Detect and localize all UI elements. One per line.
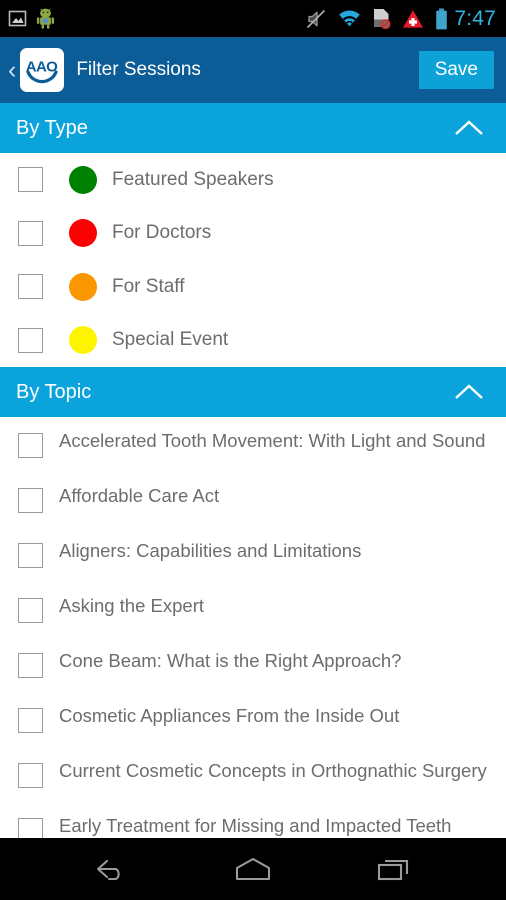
status-bar-left-icons: [8, 8, 55, 29]
status-bar-clock: 7:47: [454, 6, 496, 30]
topic-label: Aligners: Capabilities and Limitations: [59, 540, 362, 561]
wifi-icon: [338, 10, 361, 28]
topic-checkbox[interactable]: [18, 433, 43, 458]
topic-label: Current Cosmetic Concepts in Orthognathi…: [59, 760, 487, 781]
type-color-dot: [69, 272, 97, 301]
topic-label: Early Treatment for Missing and Impacted…: [59, 815, 452, 836]
filter-list[interactable]: By Type Featured Speakers For Doctors Fo…: [0, 103, 506, 838]
type-label: For Doctors: [112, 222, 212, 244]
topic-row[interactable]: Asking the Expert: [0, 582, 506, 637]
topic-label: Cosmetic Appliances From the Inside Out: [59, 705, 400, 726]
status-bar: 7:47: [0, 0, 506, 37]
topic-row[interactable]: Affordable Care Act: [0, 472, 506, 527]
recents-nav-button[interactable]: [359, 846, 429, 892]
type-color-dot: [69, 165, 97, 194]
topic-row[interactable]: Aligners: Capabilities and Limitations: [0, 527, 506, 582]
type-row[interactable]: For Doctors: [0, 207, 506, 261]
app-screen: 7:47 ‹ AAO Filter Sessions Save By Type: [0, 0, 506, 900]
type-item-list: Featured Speakers For Doctors For Staff …: [0, 153, 506, 367]
type-row[interactable]: Featured Speakers: [0, 153, 506, 207]
home-icon: [235, 857, 271, 881]
action-bar: ‹ AAO Filter Sessions Save: [0, 37, 506, 103]
mute-icon: [306, 9, 327, 29]
topic-label: Affordable Care Act: [59, 485, 220, 506]
android-mascot-icon: [36, 8, 55, 29]
chevron-up-icon[interactable]: [454, 383, 484, 401]
type-label: For Staff: [112, 275, 185, 297]
topic-row[interactable]: Cosmetic Appliances From the Inside Out: [0, 692, 506, 747]
type-row[interactable]: Special Event: [0, 314, 506, 368]
image-icon: [8, 9, 27, 28]
section-header-by-topic[interactable]: By Topic: [0, 367, 506, 417]
back-nav-button[interactable]: [77, 846, 147, 892]
type-label: Special Event: [112, 329, 229, 351]
save-button[interactable]: Save: [418, 51, 494, 89]
svg-text:AAO: AAO: [26, 59, 58, 76]
alert-triangle-icon: [402, 9, 424, 29]
topic-row[interactable]: Early Treatment for Missing and Impacted…: [0, 802, 506, 838]
back-chevron-icon[interactable]: ‹: [6, 57, 20, 83]
sd-card-disabled-icon: [372, 8, 391, 29]
app-logo[interactable]: AAO: [20, 48, 65, 92]
topic-label: Accelerated Tooth Movement: With Light a…: [59, 430, 486, 451]
topic-row[interactable]: Accelerated Tooth Movement: With Light a…: [0, 417, 506, 472]
system-navigation-bar: [0, 838, 506, 900]
home-nav-button[interactable]: [218, 846, 288, 892]
chevron-up-icon[interactable]: [454, 119, 484, 137]
type-checkbox[interactable]: [18, 327, 43, 353]
section-title-by-type: By Type: [16, 116, 88, 139]
type-color-dot: [69, 219, 97, 248]
type-checkbox[interactable]: [18, 167, 43, 193]
topic-row[interactable]: Cone Beam: What is the Right Approach?: [0, 637, 506, 692]
page-title: Filter Sessions: [76, 59, 201, 80]
topic-row[interactable]: Current Cosmetic Concepts in Orthognathi…: [0, 747, 506, 802]
topic-checkbox[interactable]: [18, 708, 43, 733]
aao-logo-icon: AAO: [22, 50, 63, 90]
status-bar-right-icons: [306, 8, 448, 30]
topic-label: Cone Beam: What is the Right Approach?: [59, 650, 402, 671]
topic-item-list: Accelerated Tooth Movement: With Light a…: [0, 417, 506, 838]
topic-checkbox[interactable]: [18, 763, 43, 788]
type-label: Featured Speakers: [112, 168, 274, 190]
topic-checkbox[interactable]: [18, 488, 43, 513]
topic-checkbox[interactable]: [18, 818, 43, 838]
battery-icon: [435, 8, 448, 30]
type-row[interactable]: For Staff: [0, 260, 506, 314]
back-arrow-icon: [97, 859, 121, 881]
topic-label: Asking the Expert: [59, 595, 204, 616]
topic-checkbox[interactable]: [18, 598, 43, 623]
section-title-by-topic: By Topic: [16, 380, 92, 403]
type-checkbox[interactable]: [18, 220, 43, 246]
type-color-dot: [69, 326, 97, 355]
section-header-by-type[interactable]: By Type: [0, 103, 506, 153]
type-checkbox[interactable]: [18, 274, 43, 300]
topic-checkbox[interactable]: [18, 543, 43, 568]
topic-checkbox[interactable]: [18, 653, 43, 678]
recent-apps-icon: [377, 859, 408, 881]
